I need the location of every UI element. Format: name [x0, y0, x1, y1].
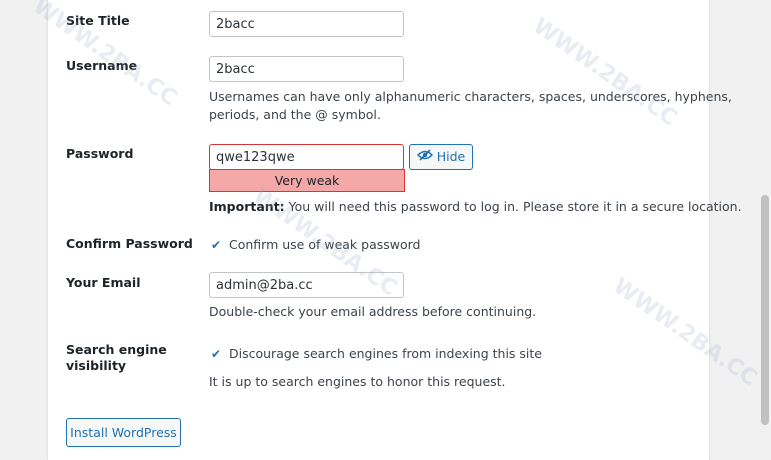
password-input[interactable] [209, 144, 404, 170]
password-label: Password [66, 146, 134, 161]
scrollbar-track[interactable] [759, 0, 771, 451]
install-wordpress-button[interactable]: Install WordPress [66, 418, 181, 447]
username-label: Username [66, 58, 138, 73]
username-input[interactable] [209, 56, 404, 82]
hide-password-button[interactable]: Hide [409, 144, 473, 170]
confirm-weak-password-label: Confirm use of weak password [229, 237, 421, 252]
important-text: You will need this password to log in. P… [284, 199, 742, 214]
confirm-password-label: Confirm Password [66, 236, 193, 251]
password-important-note: Important: You will need this password t… [209, 198, 742, 216]
confirm-weak-password-row[interactable]: ✔ Confirm use of weak password [209, 237, 421, 252]
site-title-label: Site Title [66, 13, 130, 28]
confirm-weak-password-checkbox[interactable]: ✔ [209, 238, 223, 252]
scrollbar-thumb[interactable] [761, 195, 769, 425]
important-prefix: Important: [209, 199, 285, 214]
password-strength-indicator: Very weak [209, 169, 405, 192]
email-input[interactable] [209, 272, 404, 298]
discourage-search-checkbox[interactable]: ✔ [209, 347, 223, 361]
search-engine-label-line2: visibility [66, 358, 127, 373]
search-engine-description: It is up to search engines to honor this… [209, 374, 506, 389]
username-description-line1: Usernames can have only alphanumeric cha… [209, 89, 732, 104]
email-description: Double-check your email address before c… [209, 304, 537, 319]
hide-button-label: Hide [436, 149, 466, 164]
username-description-line2: periods, and the @ symbol. [209, 107, 381, 122]
email-label: Your Email [66, 275, 141, 290]
eye-slash-icon [416, 145, 433, 169]
search-engine-label-line1: Search engine [66, 342, 167, 357]
discourage-search-row[interactable]: ✔ Discourage search engines from indexin… [209, 346, 542, 361]
site-title-input[interactable] [209, 11, 404, 37]
discourage-search-label: Discourage search engines from indexing … [229, 346, 542, 361]
